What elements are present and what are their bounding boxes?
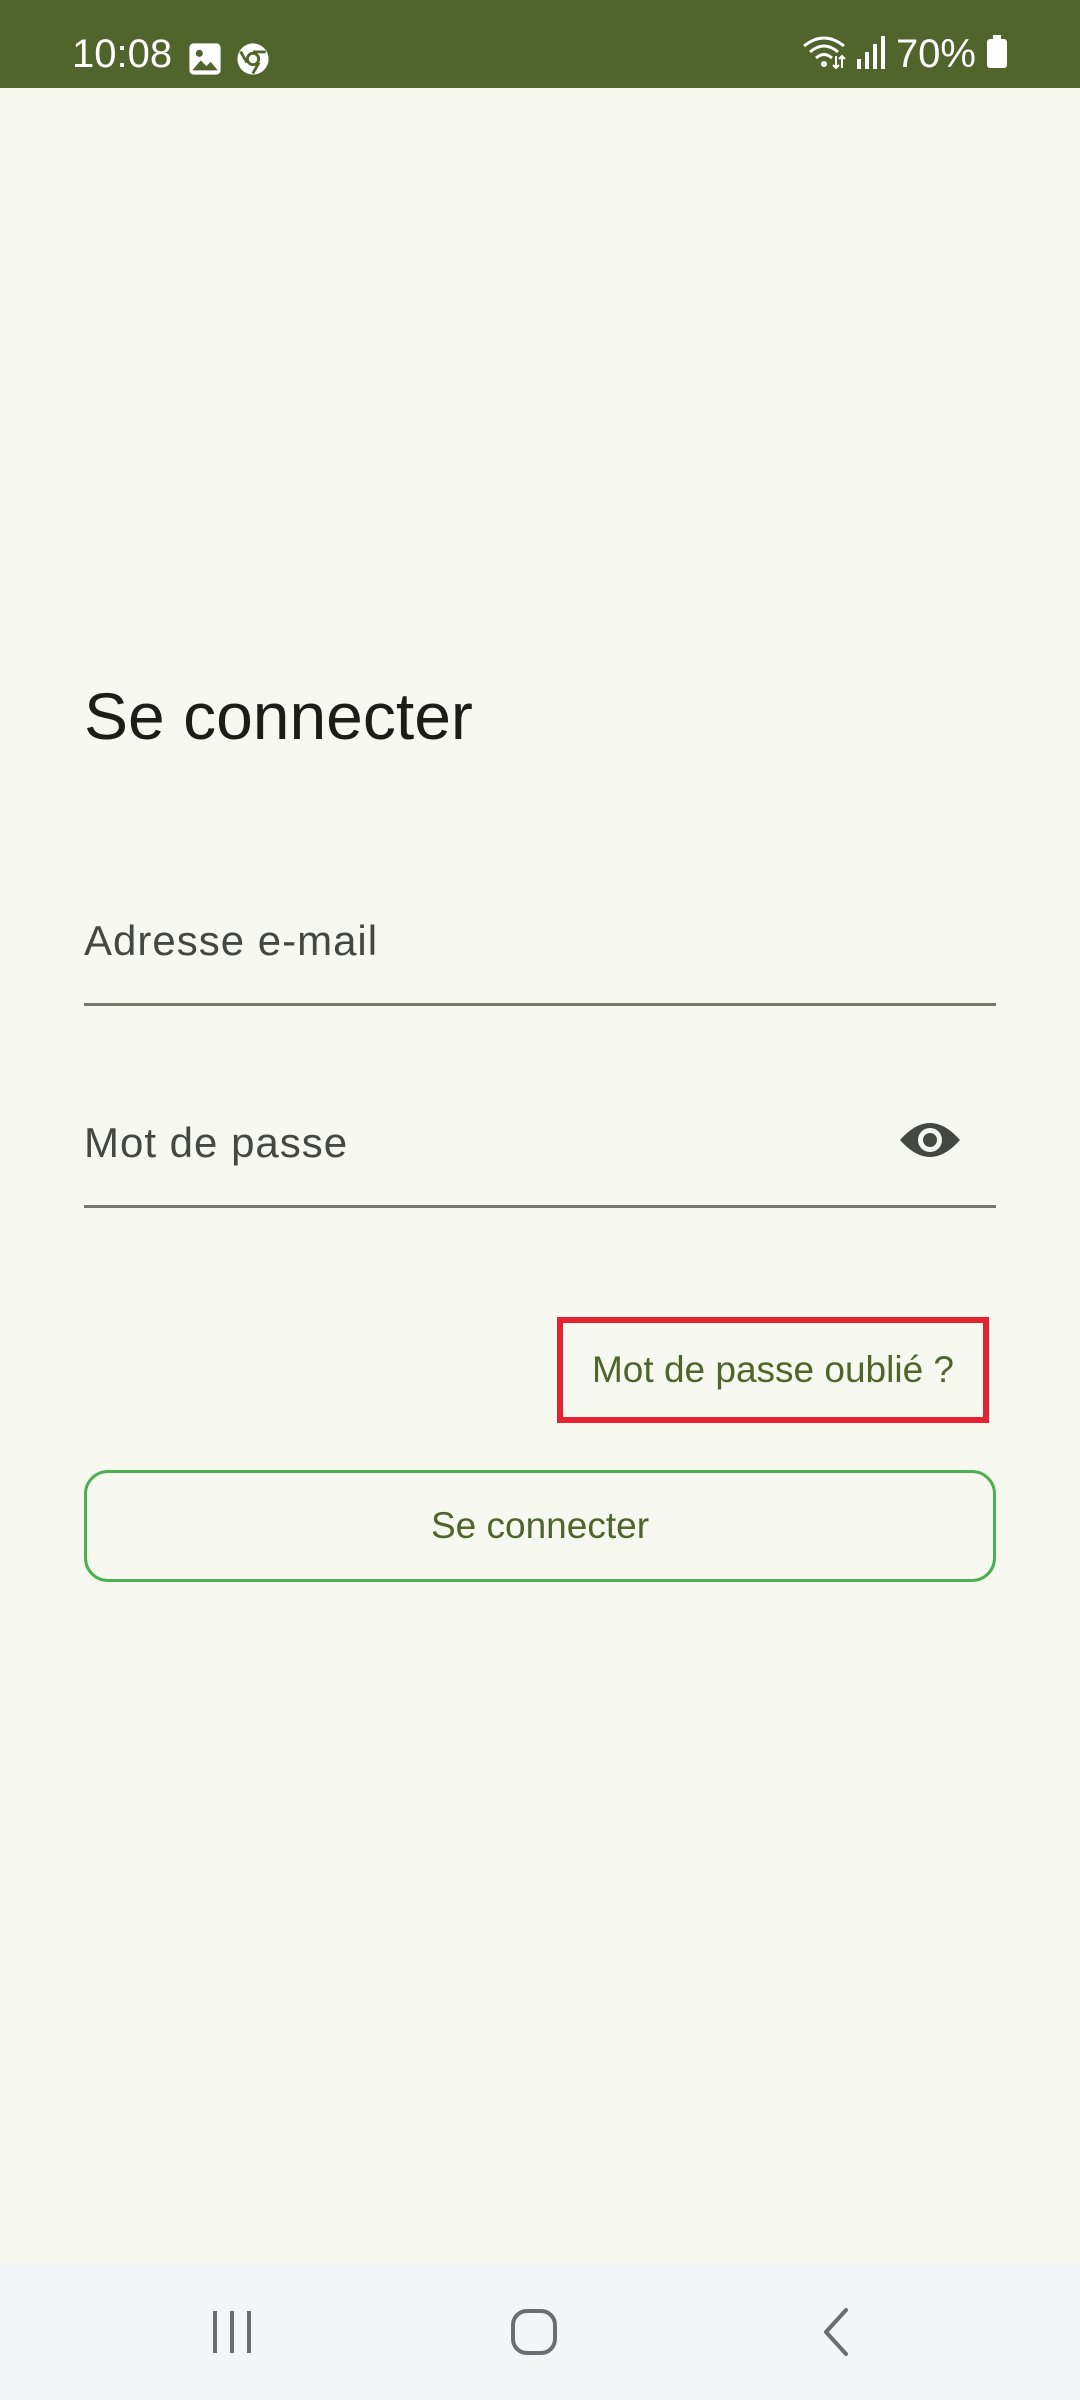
chrome-icon [236, 42, 270, 81]
status-time: 10:08 [72, 32, 173, 76]
forgot-password-link[interactable]: Mot de passe oublié ? [557, 1317, 989, 1423]
recent-apps-icon [207, 2309, 257, 2360]
image-icon [188, 42, 222, 81]
home-icon [509, 2307, 559, 2362]
password-input[interactable] [84, 1108, 864, 1178]
show-password-button[interactable] [898, 1110, 962, 1174]
battery-icon [986, 34, 1008, 74]
eye-icon [898, 1118, 962, 1167]
back-icon [816, 2307, 856, 2362]
home-button[interactable] [494, 2294, 574, 2374]
email-input[interactable] [84, 906, 864, 976]
page-title: Se connecter [84, 679, 473, 753]
navigation-bar [0, 2264, 1080, 2400]
back-button[interactable] [796, 2294, 876, 2374]
login-button[interactable]: Se connecter [84, 1470, 996, 1582]
signal-icon [856, 35, 886, 74]
status-right: 70% [802, 34, 1008, 74]
password-field[interactable] [84, 1068, 996, 1208]
battery-level: 70% [895, 32, 976, 76]
status-bar: 10:08 70% [0, 0, 1080, 88]
wifi-icon [802, 34, 846, 75]
email-field[interactable] [84, 866, 996, 1006]
recent-apps-button[interactable] [192, 2294, 272, 2374]
